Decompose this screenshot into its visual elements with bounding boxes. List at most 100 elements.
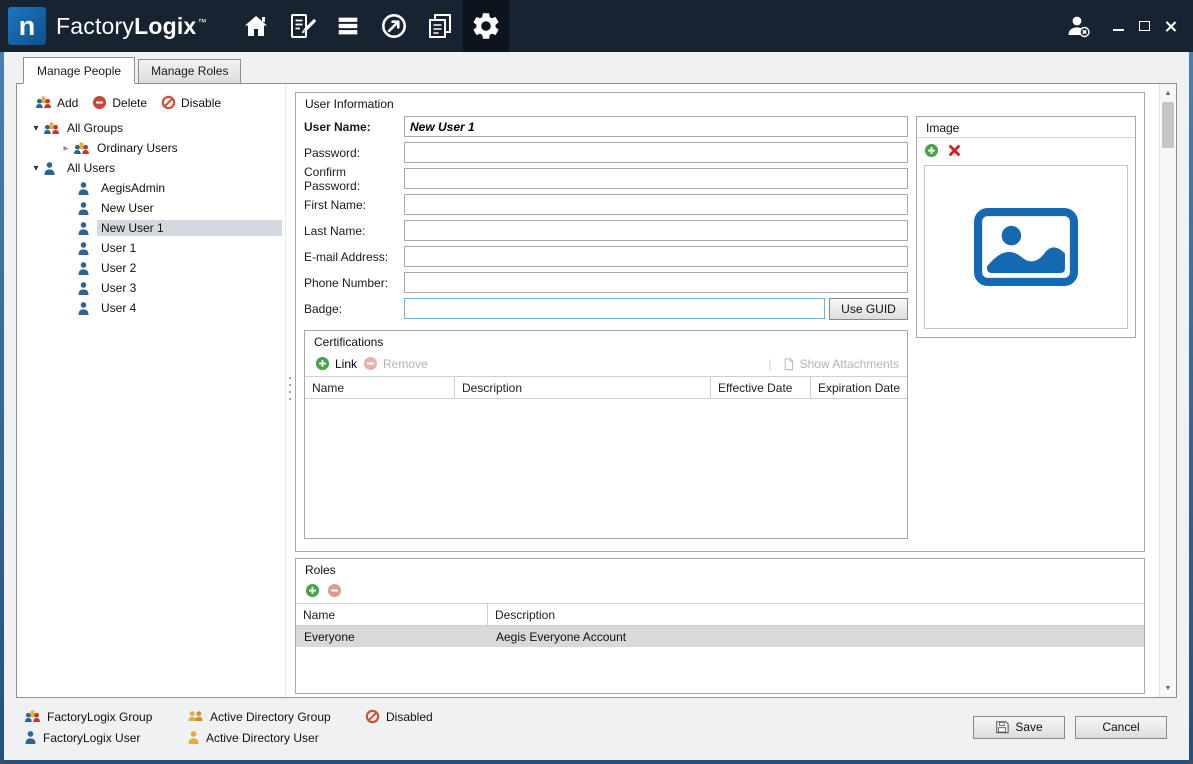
use-guid-button[interactable]: Use GUID [829, 298, 908, 320]
certifications-table-body[interactable] [305, 399, 907, 538]
legend-factorylogix-user: FactoryLogix User [24, 730, 171, 745]
window-frame: Manage People Manage Roles Add [0, 52, 1193, 764]
tree-item-user[interactable]: User 1 [21, 238, 285, 258]
reports-nav-button[interactable] [417, 0, 463, 52]
vertical-scrollbar[interactable]: ▲ ▼ [1159, 84, 1176, 697]
certifications-toolbar: Link Remove [305, 351, 907, 376]
tree-item-user[interactable]: User 2 [21, 258, 285, 278]
people-tree: ▾ All Groups ▸ Ordinary Users [21, 118, 285, 697]
gear-icon [470, 10, 502, 42]
link-label: Link [335, 357, 357, 371]
content-panel: Add Delete Disable [16, 83, 1177, 698]
tree-item-all-groups[interactable]: ▾ All Groups [21, 118, 285, 138]
password-field[interactable] [404, 142, 908, 163]
user-yellow-icon [187, 730, 200, 745]
scroll-down-button[interactable]: ▼ [1160, 680, 1176, 696]
badge-field[interactable] [404, 298, 825, 319]
ban-icon [161, 95, 176, 110]
role-row-selected[interactable]: Everyone Aegis Everyone Account [296, 626, 1144, 647]
confirm-password-field[interactable] [404, 168, 908, 189]
expander-expanded-icon[interactable]: ▾ [29, 123, 43, 134]
legend-label: FactoryLogix Group [47, 710, 152, 724]
expander-collapsed-icon[interactable]: ▸ [59, 143, 73, 154]
add-image-button[interactable] [924, 143, 939, 158]
image-frame[interactable] [924, 165, 1128, 329]
user-form: User Name: Password: Confirm Password: [304, 116, 908, 539]
remove-certification-button[interactable]: Remove [363, 356, 428, 371]
confirm-password-label: Confirm Password: [304, 165, 404, 193]
home-nav-button[interactable] [233, 0, 279, 52]
scrollbar-thumb[interactable] [1162, 102, 1174, 148]
column-header-description[interactable]: Description [455, 377, 711, 398]
expander-expanded-icon[interactable]: ▾ [29, 163, 43, 174]
user-name-field[interactable] [404, 116, 908, 137]
column-header-expiration-date[interactable]: Expiration Date [811, 377, 907, 398]
show-attachments-button[interactable]: Show Attachments [782, 357, 899, 371]
tree-item-user-selected[interactable]: New User 1 [21, 218, 285, 238]
minimize-button[interactable] [1113, 21, 1124, 31]
tree-item-label: User 3 [97, 280, 140, 296]
group-icon [43, 121, 63, 136]
password-label: Password: [304, 146, 404, 160]
link-certification-button[interactable]: Link [315, 356, 357, 371]
documents-icon [426, 12, 454, 40]
tree-item-user[interactable]: User 4 [21, 298, 285, 318]
brand-factory: Factory [56, 13, 134, 39]
tab-manage-people[interactable]: Manage People [23, 57, 135, 84]
certifications-box: Certifications Link [304, 330, 908, 539]
roles-toolbar [296, 579, 1144, 603]
tree-item-user[interactable]: AegisAdmin [21, 178, 285, 198]
document-pencil-icon [288, 12, 316, 40]
form-row-email: E-mail Address: [304, 246, 908, 267]
brand-title: FactoryLogix™ [56, 13, 207, 40]
materials-nav-button[interactable] [325, 0, 371, 52]
user-icon [77, 281, 97, 296]
column-header-name[interactable]: Name [305, 377, 455, 398]
form-row-user-name: User Name: [304, 116, 908, 137]
email-field[interactable] [404, 246, 908, 267]
legend-label: Disabled [386, 710, 433, 724]
tree-item-label: All Users [63, 160, 119, 176]
settings-nav-button[interactable] [463, 0, 509, 52]
panel-splitter[interactable] [285, 84, 293, 697]
badge-label: Badge: [304, 302, 404, 316]
tree-item-user[interactable]: New User [21, 198, 285, 218]
column-header-description[interactable]: Description [488, 604, 1144, 625]
phone-field[interactable] [404, 272, 908, 293]
last-name-field[interactable] [404, 220, 908, 241]
tree-item-all-users[interactable]: ▾ All Users [21, 158, 285, 178]
tree-item-label: All Groups [63, 120, 127, 136]
npi-nav-button[interactable] [279, 0, 325, 52]
add-role-button[interactable] [305, 583, 320, 598]
cancel-button[interactable]: Cancel [1075, 716, 1167, 739]
delete-button[interactable]: Delete [92, 95, 147, 110]
user-icon [77, 261, 97, 276]
disable-button[interactable]: Disable [161, 95, 221, 110]
minus-circle-disabled-icon [363, 356, 378, 371]
column-header-name[interactable]: Name [296, 604, 488, 625]
save-button[interactable]: Save [973, 716, 1065, 739]
close-button[interactable] [1165, 20, 1177, 32]
production-nav-button[interactable] [371, 0, 417, 52]
tabstrip: Manage People Manage Roles [4, 52, 1189, 83]
save-label: Save [1015, 720, 1042, 734]
remove-image-button[interactable] [947, 143, 962, 158]
tab-manage-roles[interactable]: Manage Roles [138, 59, 241, 84]
tree-item-ordinary-users[interactable]: ▸ Ordinary Users [21, 138, 285, 158]
tree-item-user[interactable]: User 3 [21, 278, 285, 298]
detail-panel: User Information User Name: Password: [293, 84, 1159, 697]
image-toolbar [917, 138, 1135, 163]
logoff-user-button[interactable] [1065, 13, 1091, 39]
add-button[interactable]: Add [35, 95, 78, 110]
user-icon [77, 221, 97, 236]
form-row-password: Password: [304, 142, 908, 163]
roles-table-body[interactable] [296, 647, 1144, 693]
scroll-up-button[interactable]: ▲ [1160, 85, 1176, 101]
main-nav [233, 0, 509, 52]
maximize-button[interactable] [1139, 21, 1150, 31]
role-name-cell: Everyone [296, 626, 488, 647]
column-header-effective-date[interactable]: Effective Date [711, 377, 811, 398]
circle-arrow-icon [379, 11, 409, 41]
remove-role-button[interactable] [327, 583, 342, 598]
first-name-field[interactable] [404, 194, 908, 215]
